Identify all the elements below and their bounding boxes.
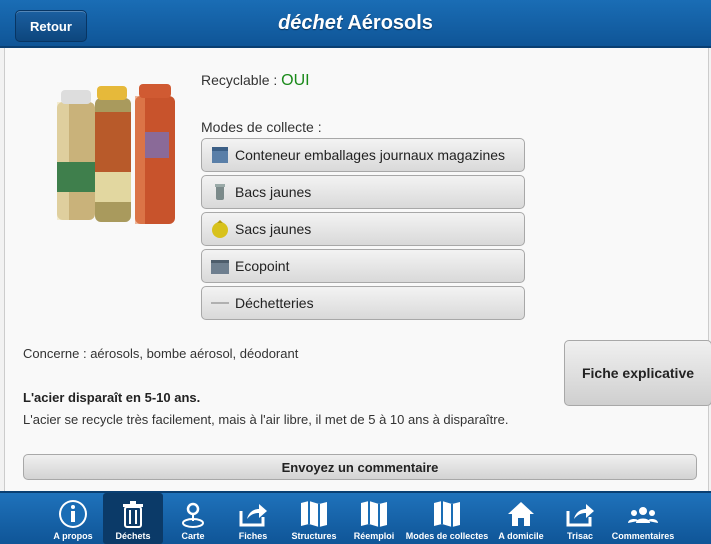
ecopoint-icon xyxy=(211,260,229,274)
main-content: Recyclable : OUI Modes de collecte : Con… xyxy=(4,48,709,491)
home-icon xyxy=(508,502,534,526)
recyclable-value: OUI xyxy=(281,72,310,89)
share-icon xyxy=(239,504,267,527)
page-title: déchet Aérosols xyxy=(0,12,711,35)
nav-label: Trisac xyxy=(566,531,594,541)
map-icon xyxy=(361,501,387,527)
bin-icon xyxy=(215,184,225,200)
mode-label: Bacs jaunes xyxy=(235,184,312,200)
nav-label: Structures xyxy=(291,531,337,541)
page-title-category: déchet xyxy=(278,12,343,34)
nav-item-a-domicile[interactable]: A domicile xyxy=(494,493,548,544)
send-comment-label: Envoyez un commentaire xyxy=(281,459,439,475)
bottom-nav: A propos Déchets Carte Fiches Structures xyxy=(0,491,711,544)
description-title: L'acier disparaît en 5-10 ans. xyxy=(23,390,201,405)
nav-item-reemploi[interactable]: Réemploi xyxy=(349,493,399,544)
nav-item-a-propos[interactable]: A propos xyxy=(46,493,100,544)
mode-label: Ecopoint xyxy=(235,258,290,274)
mode-button-sacs-jaunes[interactable]: Sacs jaunes xyxy=(201,212,525,246)
mode-button-bacs-jaunes[interactable]: Bacs jaunes xyxy=(201,175,525,209)
nav-item-trisac[interactable]: Trisac xyxy=(558,493,602,544)
aerosol-cans-image xyxy=(57,84,175,224)
nav-item-carte[interactable]: Carte xyxy=(168,493,218,544)
container-icon xyxy=(212,147,228,163)
nav-label: Commentaires xyxy=(611,531,675,541)
mode-label: Sacs jaunes xyxy=(235,221,312,237)
nav-item-dechets[interactable]: Déchets xyxy=(103,493,163,544)
nav-label: A domicile xyxy=(498,531,544,541)
recyclable-label: Recyclable : xyxy=(201,72,282,88)
fiche-explicative-label: Fiche explicative xyxy=(581,365,695,381)
map-pin-icon xyxy=(182,502,204,528)
collection-modes-list: Conteneur emballages journaux magazines … xyxy=(201,138,525,323)
mode-button-ecopoint[interactable]: Ecopoint xyxy=(201,249,525,283)
mode-button-conteneur[interactable]: Conteneur emballages journaux magazines xyxy=(201,138,525,172)
map-icon xyxy=(301,501,327,527)
mode-label: Déchetteries xyxy=(235,295,314,311)
concerne-text: Concerne : aérosols, bombe aérosol, déod… xyxy=(23,346,299,361)
nav-label: Déchets xyxy=(115,531,151,541)
nav-label: Modes de collectes xyxy=(405,531,489,541)
nav-item-structures[interactable]: Structures xyxy=(288,493,340,544)
modes-label: Modes de collecte : xyxy=(201,119,322,135)
map-icon xyxy=(434,501,460,527)
bag-icon xyxy=(212,220,228,238)
trash-icon xyxy=(123,501,143,528)
nav-item-fiches[interactable]: Fiches xyxy=(228,493,278,544)
header-bar: Retour déchet Aérosols xyxy=(0,0,711,48)
nav-label: Fiches xyxy=(238,531,268,541)
send-comment-button[interactable]: Envoyez un commentaire xyxy=(23,454,697,480)
users-icon xyxy=(628,507,658,523)
nav-label: A propos xyxy=(53,531,93,541)
nav-label: Carte xyxy=(181,531,205,541)
recyclable-status: Recyclable : OUI xyxy=(201,72,310,90)
page-title-name: Aérosols xyxy=(342,12,433,34)
nav-item-commentaires[interactable]: Commentaires xyxy=(608,493,678,544)
dechetterie-icon xyxy=(211,302,229,304)
nav-label: Réemploi xyxy=(353,531,395,541)
share-icon xyxy=(566,504,594,527)
fiche-explicative-button[interactable]: Fiche explicative xyxy=(564,340,711,406)
description-text: L'acier se recycle très facilement, mais… xyxy=(23,412,509,427)
mode-button-dechetteries[interactable]: Déchetteries xyxy=(201,286,525,320)
nav-item-modes-de-collectes[interactable]: Modes de collectes xyxy=(402,493,492,544)
info-icon xyxy=(59,500,87,528)
mode-label: Conteneur emballages journaux magazines xyxy=(235,147,506,163)
